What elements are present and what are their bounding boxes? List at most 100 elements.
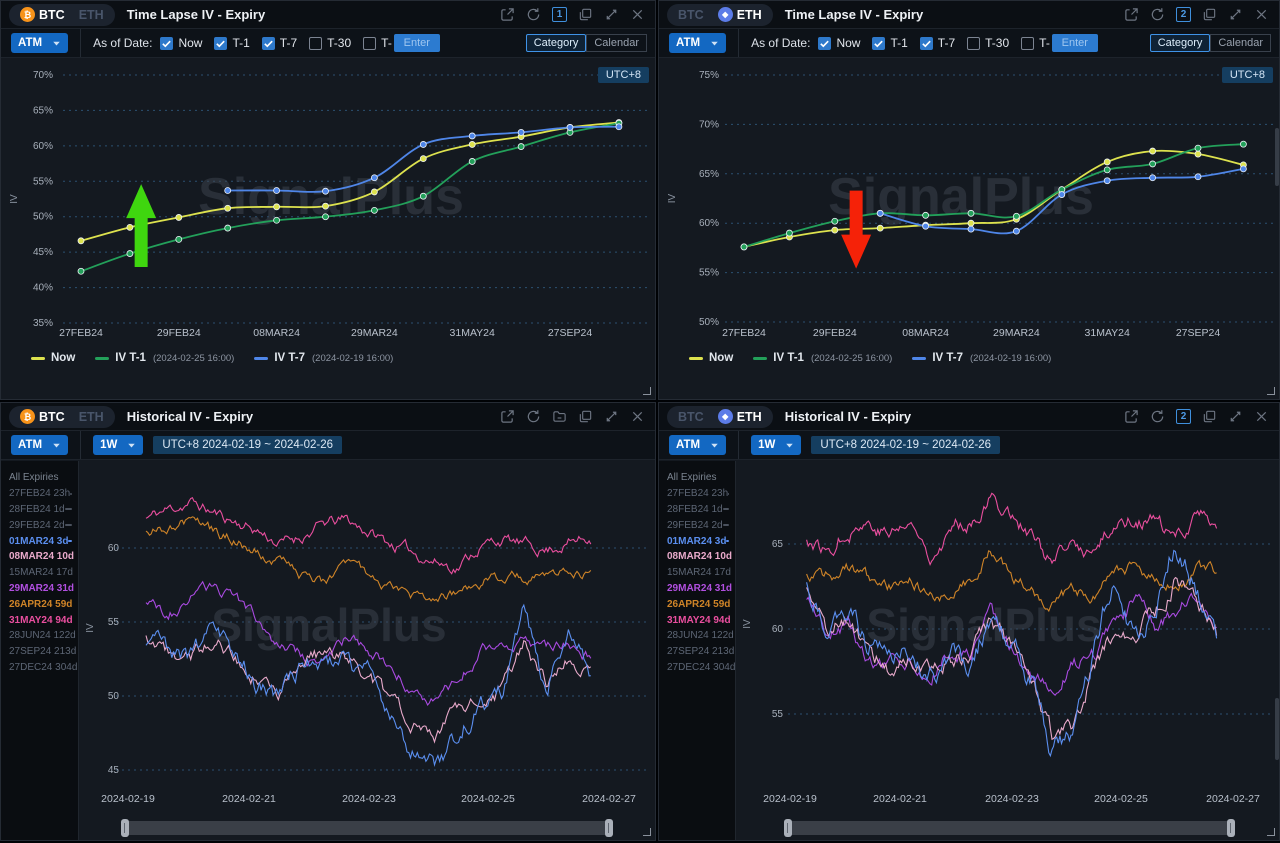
tab-eth[interactable]: ◆ ETH [711, 409, 769, 424]
checkbox-box[interactable] [920, 37, 933, 50]
checkbox-box[interactable] [262, 37, 275, 50]
checkbox-t-1[interactable]: T-1 [872, 36, 907, 50]
category-button[interactable]: Category [1150, 34, 1211, 52]
legend-item[interactable]: Now [31, 352, 75, 364]
expiry-item-28jun24[interactable]: 28JUN24 122d [659, 628, 735, 644]
legend-item[interactable]: Now [689, 352, 733, 364]
strike-select[interactable]: ATM [11, 435, 68, 455]
period-select[interactable]: 1W [751, 435, 801, 455]
expiry-item-27feb24[interactable]: 27FEB24 23h [1, 486, 78, 502]
duplicate-icon[interactable] [1202, 409, 1217, 424]
expiry-item-28jun24[interactable]: 28JUN24 122d [1, 628, 78, 644]
strike-select[interactable]: ATM [669, 435, 726, 455]
expand-icon[interactable] [604, 409, 619, 424]
checkbox-box[interactable] [363, 37, 376, 50]
checkbox-t-[interactable]: T- [1021, 36, 1050, 50]
checkbox-t-30[interactable]: T-30 [967, 36, 1009, 50]
expiry-item-all[interactable]: All Expiries [659, 470, 735, 486]
open-in-new-icon[interactable] [500, 7, 515, 22]
checkbox-box[interactable] [872, 37, 885, 50]
tab-eth[interactable]: ETH [72, 410, 111, 424]
expiry-item-31may24[interactable]: 31MAY24 94d [659, 612, 735, 628]
refresh-icon[interactable] [1150, 7, 1165, 22]
open-in-new-icon[interactable] [500, 409, 515, 424]
close-icon[interactable] [630, 409, 645, 424]
slider-handle-left[interactable] [784, 819, 792, 837]
legend-item[interactable]: IV T-7(2024-02-19 16:00) [912, 352, 1051, 364]
resize-handle[interactable] [1267, 828, 1275, 836]
refresh-icon[interactable] [526, 409, 541, 424]
resize-handle[interactable] [1267, 387, 1275, 395]
t-custom-input[interactable]: Enter [1052, 34, 1098, 52]
expiry-item-26apr24[interactable]: 26APR24 59d [1, 596, 78, 612]
checkbox-t-1[interactable]: T-1 [214, 36, 249, 50]
checkbox-t-[interactable]: T- [363, 36, 392, 50]
expiry-item-01mar24[interactable]: 01MAR24 3d [659, 533, 735, 549]
expiry-item-29feb24[interactable]: 29FEB24 2d [659, 517, 735, 533]
close-icon[interactable] [1254, 7, 1269, 22]
slider-handle-left[interactable] [121, 819, 129, 837]
folder-icon[interactable] [552, 409, 567, 424]
expiry-item-31may24[interactable]: 31MAY24 94d [1, 612, 78, 628]
tab-btc[interactable]: BTC [671, 410, 711, 424]
expand-icon[interactable] [604, 7, 619, 22]
refresh-icon[interactable] [1150, 409, 1165, 424]
duplicate-icon[interactable] [578, 7, 593, 22]
open-in-new-icon[interactable] [1124, 7, 1139, 22]
legend-item[interactable]: IV T-1(2024-02-25 16:00) [753, 352, 892, 364]
legend-item[interactable]: IV T-7(2024-02-19 16:00) [254, 352, 393, 364]
legend-item[interactable]: IV T-1(2024-02-25 16:00) [95, 352, 234, 364]
expiry-item-all[interactable]: All Expiries [1, 470, 78, 486]
resize-handle[interactable] [643, 387, 651, 395]
tab-eth[interactable]: ETH [72, 8, 111, 22]
calendar-button[interactable]: Calendar [586, 34, 647, 52]
expiry-item-27feb24[interactable]: 27FEB24 23h [659, 486, 735, 502]
checkbox-box[interactable] [1021, 37, 1034, 50]
checkbox-box[interactable] [214, 37, 227, 50]
open-in-new-icon[interactable] [1124, 409, 1139, 424]
scrollbar-thumb[interactable] [1275, 128, 1279, 186]
duplicate-icon[interactable] [1202, 7, 1217, 22]
close-icon[interactable] [630, 7, 645, 22]
expiry-item-08mar24[interactable]: 08MAR24 10d [659, 549, 735, 565]
expiry-item-27dec24[interactable]: 27DEC24 304d [1, 660, 78, 676]
expiry-item-01mar24[interactable]: 01MAR24 3d [1, 533, 78, 549]
duplicate-icon[interactable] [578, 409, 593, 424]
expand-icon[interactable] [1228, 7, 1243, 22]
checkbox-box[interactable] [967, 37, 980, 50]
checkbox-t-7[interactable]: T-7 [262, 36, 297, 50]
tab-eth[interactable]: ◆ ETH [711, 7, 769, 22]
category-button[interactable]: Category [526, 34, 587, 52]
strike-select[interactable]: ATM [11, 33, 68, 53]
expiry-item-27sep24[interactable]: 27SEP24 213d [659, 644, 735, 660]
time-range-slider[interactable] [122, 821, 612, 835]
expiry-item-29feb24[interactable]: 29FEB24 2d [1, 517, 78, 533]
checkbox-box[interactable] [818, 37, 831, 50]
checkbox-t-7[interactable]: T-7 [920, 36, 955, 50]
refresh-icon[interactable] [526, 7, 541, 22]
checkbox-t-30[interactable]: T-30 [309, 36, 351, 50]
expiry-item-28feb24[interactable]: 28FEB24 1d [659, 502, 735, 518]
expiry-item-27sep24[interactable]: 27SEP24 213d [1, 644, 78, 660]
tab-btc[interactable]: BTC [671, 8, 711, 22]
expiry-item-28feb24[interactable]: 28FEB24 1d [1, 502, 78, 518]
strike-select[interactable]: ATM [669, 33, 726, 53]
resize-handle[interactable] [643, 828, 651, 836]
expiry-item-27dec24[interactable]: 27DEC24 304d [659, 660, 735, 676]
expiry-item-29mar24[interactable]: 29MAR24 31d [1, 581, 78, 597]
checkbox-now[interactable]: Now [818, 36, 860, 50]
expiry-item-29mar24[interactable]: 29MAR24 31d [659, 581, 735, 597]
expand-icon[interactable] [1228, 409, 1243, 424]
checkbox-now[interactable]: Now [160, 36, 202, 50]
expiry-item-15mar24[interactable]: 15MAR24 17d [659, 565, 735, 581]
slider-handle-right[interactable] [1227, 819, 1235, 837]
tab-btc[interactable]: ₿ BTC [13, 409, 72, 424]
checkbox-box[interactable] [160, 37, 173, 50]
time-range-slider[interactable] [785, 821, 1234, 835]
chart-count-badge[interactable]: 1 [552, 7, 567, 22]
chart-count-badge[interactable]: 2 [1176, 7, 1191, 22]
tab-btc[interactable]: ₿ BTC [13, 7, 72, 22]
chart-count-badge[interactable]: 2 [1176, 409, 1191, 424]
checkbox-box[interactable] [309, 37, 322, 50]
scrollbar-thumb[interactable] [1275, 698, 1279, 760]
